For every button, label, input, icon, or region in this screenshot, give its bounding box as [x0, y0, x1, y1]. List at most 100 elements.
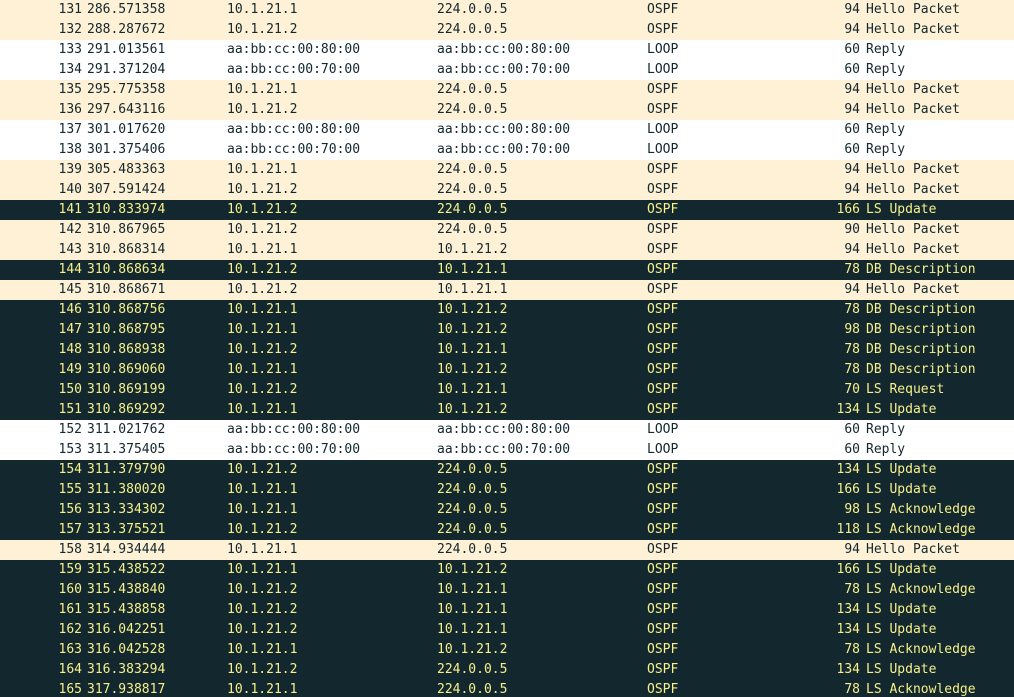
- packet-destination: 10.1.21.1: [437, 602, 508, 617]
- packet-info: LS Acknowledge: [866, 522, 976, 537]
- packet-destination: 10.1.21.2: [437, 242, 508, 257]
- packet-row[interactable]: 155 311.380020 10.1.21.1 224.0.0.5 OSPF 166 LS…: [0, 480, 1014, 500]
- packet-row[interactable]: 161 315.438858 10.1.21.2 10.1.21.1 OSPF 134 LS…: [0, 600, 1014, 620]
- packet-row[interactable]: 158 314.934444 10.1.21.1 224.0.0.5 OSPF 94 Hel…: [0, 540, 1014, 560]
- packet-number: 135: [58, 82, 82, 97]
- packet-row[interactable]: 159 315.438522 10.1.21.1 10.1.21.2 OSPF 166 LS…: [0, 560, 1014, 580]
- packet-protocol: OSPF: [647, 162, 679, 177]
- packet-length: 60: [844, 122, 860, 137]
- packet-list[interactable]: 131 286.571358 10.1.21.1 224.0.0.5 OSPF 94 Hel…: [0, 0, 1014, 697]
- packet-length: 134: [836, 462, 860, 477]
- packet-row[interactable]: 162 316.042251 10.1.21.2 10.1.21.1 OSPF 134 LS…: [0, 620, 1014, 640]
- packet-row[interactable]: 148 310.868938 10.1.21.2 10.1.21.1 OSPF 78 DB …: [0, 340, 1014, 360]
- packet-source: 10.1.21.2: [227, 462, 298, 477]
- packet-time: 310.868938: [87, 342, 166, 357]
- packet-row[interactable]: 151 310.869292 10.1.21.1 10.1.21.2 OSPF 134 LS…: [0, 400, 1014, 420]
- packet-destination: 10.1.21.1: [437, 342, 508, 357]
- packet-info: Reply: [866, 442, 906, 457]
- packet-row[interactable]: 142 310.867965 10.1.21.2 224.0.0.5 OSPF 90 Hel…: [0, 220, 1014, 240]
- packet-source: aa:bb:cc:00:80:00: [227, 42, 361, 57]
- packet-row[interactable]: 138 301.375406 aa:bb:cc:00:70:00 aa:bb:cc:0…: [0, 140, 1014, 160]
- packet-time: 313.334302: [87, 502, 166, 517]
- packet-protocol: OSPF: [647, 322, 679, 337]
- packet-row[interactable]: 154 311.379790 10.1.21.2 224.0.0.5 OSPF 134 LS…: [0, 460, 1014, 480]
- packet-protocol: OSPF: [647, 462, 679, 477]
- packet-source: 10.1.21.1: [227, 642, 298, 657]
- packet-info: Hello Packet: [866, 162, 960, 177]
- packet-row[interactable]: 150 310.869199 10.1.21.2 10.1.21.1 OSPF 70 LS …: [0, 380, 1014, 400]
- packet-row[interactable]: 145 310.868671 10.1.21.2 10.1.21.1 OSPF 94 Hel…: [0, 280, 1014, 300]
- packet-length: 98: [844, 322, 860, 337]
- packet-protocol: OSPF: [647, 202, 679, 217]
- packet-length: 78: [844, 682, 860, 697]
- packet-destination: 224.0.0.5: [437, 162, 508, 177]
- packet-row[interactable]: 132 288.287672 10.1.21.2 224.0.0.5 OSPF 94 Hel…: [0, 20, 1014, 40]
- packet-time: 286.571358: [87, 2, 166, 17]
- packet-number: 143: [58, 242, 82, 257]
- packet-row[interactable]: 157 313.375521 10.1.21.2 224.0.0.5 OSPF 118 LS…: [0, 520, 1014, 540]
- packet-number: 157: [58, 522, 82, 537]
- packet-source: aa:bb:cc:00:70:00: [227, 442, 361, 457]
- packet-destination: aa:bb:cc:00:70:00: [437, 62, 571, 77]
- packet-length: 60: [844, 62, 860, 77]
- packet-number: 160: [58, 582, 82, 597]
- packet-info: LS Update: [866, 562, 937, 577]
- packet-number: 138: [58, 142, 82, 157]
- packet-row[interactable]: 135 295.775358 10.1.21.1 224.0.0.5 OSPF 94 Hel…: [0, 80, 1014, 100]
- packet-destination: 224.0.0.5: [437, 662, 508, 677]
- packet-source: 10.1.21.1: [227, 482, 298, 497]
- packet-destination: aa:bb:cc:00:70:00: [437, 442, 571, 457]
- packet-number: 148: [58, 342, 82, 357]
- packet-destination: 224.0.0.5: [437, 482, 508, 497]
- packet-destination: 224.0.0.5: [437, 522, 508, 537]
- packet-row[interactable]: 152 311.021762 aa:bb:cc:00:80:00 aa:bb:cc:0…: [0, 420, 1014, 440]
- packet-row[interactable]: 131 286.571358 10.1.21.1 224.0.0.5 OSPF 94 Hel…: [0, 0, 1014, 20]
- packet-length: 60: [844, 442, 860, 457]
- packet-time: 313.375521: [87, 522, 166, 537]
- packet-length: 94: [844, 2, 860, 17]
- packet-destination: 224.0.0.5: [437, 102, 508, 117]
- packet-row[interactable]: 146 310.868756 10.1.21.1 10.1.21.2 OSPF 78 DB …: [0, 300, 1014, 320]
- packet-destination: 224.0.0.5: [437, 202, 508, 217]
- packet-row[interactable]: 141 310.833974 10.1.21.2 224.0.0.5 OSPF 166 LS…: [0, 200, 1014, 220]
- packet-protocol: OSPF: [647, 82, 679, 97]
- packet-info: LS Update: [866, 622, 937, 637]
- packet-row[interactable]: 163 316.042528 10.1.21.1 10.1.21.2 OSPF 78 LS …: [0, 640, 1014, 660]
- packet-info: Hello Packet: [866, 102, 960, 117]
- packet-info: Reply: [866, 142, 906, 157]
- packet-number: 132: [58, 22, 82, 37]
- packet-row[interactable]: 133 291.013561 aa:bb:cc:00:80:00 aa:bb:cc:0…: [0, 40, 1014, 60]
- packet-number: 149: [58, 362, 82, 377]
- packet-row[interactable]: 164 316.383294 10.1.21.2 224.0.0.5 OSPF 134 LS…: [0, 660, 1014, 680]
- packet-source: 10.1.21.1: [227, 542, 298, 557]
- packet-source: 10.1.21.1: [227, 162, 298, 177]
- packet-row[interactable]: 147 310.868795 10.1.21.1 10.1.21.2 OSPF 98 DB …: [0, 320, 1014, 340]
- packet-protocol: OSPF: [647, 362, 679, 377]
- packet-row[interactable]: 137 301.017620 aa:bb:cc:00:80:00 aa:bb:cc:0…: [0, 120, 1014, 140]
- packet-row[interactable]: 140 307.591424 10.1.21.2 224.0.0.5 OSPF 94 Hel…: [0, 180, 1014, 200]
- packet-row[interactable]: 160 315.438840 10.1.21.2 10.1.21.1 OSPF 78 LS …: [0, 580, 1014, 600]
- packet-source: 10.1.21.2: [227, 22, 298, 37]
- packet-number: 161: [58, 602, 82, 617]
- packet-row[interactable]: 134 291.371204 aa:bb:cc:00:70:00 aa:bb:cc:0…: [0, 60, 1014, 80]
- packet-row[interactable]: 153 311.375405 aa:bb:cc:00:70:00 aa:bb:cc:0…: [0, 440, 1014, 460]
- packet-protocol: OSPF: [647, 222, 679, 237]
- packet-info: DB Description: [866, 362, 976, 377]
- packet-row[interactable]: 143 310.868314 10.1.21.1 10.1.21.2 OSPF 94 Hel…: [0, 240, 1014, 260]
- packet-row[interactable]: 156 313.334302 10.1.21.1 224.0.0.5 OSPF 98 LS …: [0, 500, 1014, 520]
- packet-number: 156: [58, 502, 82, 517]
- packet-protocol: LOOP: [647, 142, 679, 157]
- packet-time: 311.375405: [87, 442, 166, 457]
- packet-row[interactable]: 165 317.938817 10.1.21.1 224.0.0.5 OSPF 78 LS …: [0, 680, 1014, 697]
- packet-number: 144: [58, 262, 82, 277]
- packet-source: 10.1.21.2: [227, 602, 298, 617]
- packet-protocol: OSPF: [647, 182, 679, 197]
- packet-time: 314.934444: [87, 542, 166, 557]
- packet-row[interactable]: 139 305.483363 10.1.21.1 224.0.0.5 OSPF 94 Hel…: [0, 160, 1014, 180]
- packet-row[interactable]: 136 297.643116 10.1.21.2 224.0.0.5 OSPF 94 Hel…: [0, 100, 1014, 120]
- packet-length: 90: [844, 222, 860, 237]
- packet-row[interactable]: 149 310.869060 10.1.21.1 10.1.21.2 OSPF 78 DB …: [0, 360, 1014, 380]
- packet-length: 78: [844, 362, 860, 377]
- packet-row[interactable]: 144 310.868634 10.1.21.2 10.1.21.1 OSPF 78 DB …: [0, 260, 1014, 280]
- packet-info: LS Update: [866, 202, 937, 217]
